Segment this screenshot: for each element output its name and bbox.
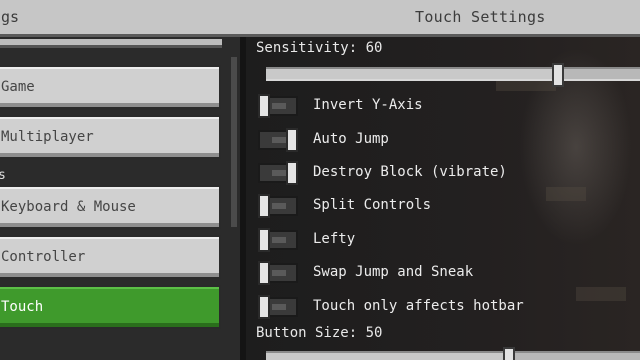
toggle-row-auto-jump[interactable]: Auto Jump bbox=[258, 128, 638, 152]
lefty-toggle[interactable] bbox=[258, 228, 298, 252]
toggle-knob bbox=[286, 128, 298, 152]
toggle-track bbox=[272, 137, 286, 143]
auto-jump-toggle[interactable] bbox=[258, 128, 298, 152]
toggle-knob bbox=[258, 94, 270, 118]
button-size-slider-fill bbox=[266, 353, 509, 360]
sidebar-item-label: Game bbox=[1, 79, 35, 95]
toggle-track bbox=[272, 170, 286, 176]
destroy-block-toggle[interactable] bbox=[258, 161, 298, 185]
toggle-row-touch-hotbar[interactable]: Touch only affects hotbar bbox=[258, 295, 638, 319]
toggle-track bbox=[272, 103, 286, 109]
toggle-label: Split Controls bbox=[313, 197, 432, 213]
sidebar-item-touch[interactable]: Touch bbox=[0, 285, 221, 329]
sidebar-item-label: Multiplayer bbox=[1, 129, 94, 145]
toggle-knob bbox=[258, 295, 270, 319]
toggle-row-destroy-block[interactable]: Destroy Block (vibrate) bbox=[258, 161, 638, 185]
toggle-track bbox=[272, 203, 286, 209]
sidebar-item-game[interactable]: Game bbox=[0, 65, 221, 109]
sidebar-item-label: Touch bbox=[1, 299, 44, 315]
toggle-label: Lefty bbox=[313, 231, 356, 247]
touch-settings-panel: Sensitivity: 60 Invert Y-Axis Auto Jump … bbox=[246, 37, 640, 360]
page-title: Touch Settings bbox=[415, 8, 546, 26]
toggle-knob bbox=[258, 228, 270, 252]
sensitivity-slider[interactable] bbox=[266, 63, 640, 87]
title-bar: ngs Touch Settings bbox=[0, 0, 640, 37]
toggle-track bbox=[272, 270, 286, 276]
sidebar-item-label: Keyboard & Mouse bbox=[1, 199, 136, 215]
sidebar-scrollbar[interactable] bbox=[231, 57, 237, 227]
sensitivity-label: Sensitivity: 60 bbox=[256, 40, 383, 56]
sidebar-item-controller[interactable]: Controller bbox=[0, 235, 221, 279]
settings-sidebar: Game Multiplayer s Keyboard & Mouse Cont… bbox=[0, 37, 240, 360]
left-panel-title: ngs bbox=[0, 8, 20, 26]
toggle-label: Touch only affects hotbar bbox=[313, 298, 524, 314]
toggle-row-invert-y-axis[interactable]: Invert Y-Axis bbox=[258, 94, 638, 118]
invert-y-axis-toggle[interactable] bbox=[258, 94, 298, 118]
sidebar-item-multiplayer[interactable]: Multiplayer bbox=[0, 115, 221, 159]
toggle-label: Invert Y-Axis bbox=[313, 97, 423, 113]
toggle-label: Auto Jump bbox=[313, 131, 389, 147]
toggle-label: Swap Jump and Sneak bbox=[313, 264, 474, 280]
toggle-row-lefty[interactable]: Lefty bbox=[258, 228, 638, 252]
touch-hotbar-toggle[interactable] bbox=[258, 295, 298, 319]
sidebar-item-label: Controller bbox=[1, 249, 86, 265]
toggle-track bbox=[272, 237, 286, 243]
toggle-label: Destroy Block (vibrate) bbox=[313, 164, 507, 180]
sidebar-item-keyboard-mouse[interactable]: Keyboard & Mouse bbox=[0, 185, 221, 229]
swap-jump-sneak-toggle[interactable] bbox=[258, 261, 298, 285]
toggle-track bbox=[272, 304, 286, 310]
sensitivity-slider-knob[interactable] bbox=[552, 63, 564, 87]
sidebar-top-button-edge[interactable] bbox=[0, 39, 222, 48]
button-size-label: Button Size: 50 bbox=[256, 325, 383, 341]
button-size-slider[interactable] bbox=[266, 347, 640, 360]
button-size-slider-knob[interactable] bbox=[503, 347, 515, 360]
toggle-row-swap-jump-sneak[interactable]: Swap Jump and Sneak bbox=[258, 261, 638, 285]
toggle-row-split-controls[interactable]: Split Controls bbox=[258, 194, 638, 218]
split-controls-toggle[interactable] bbox=[258, 194, 298, 218]
toggle-knob bbox=[258, 261, 270, 285]
sensitivity-slider-fill bbox=[266, 69, 558, 79]
toggle-knob bbox=[286, 161, 298, 185]
toggle-knob bbox=[258, 194, 270, 218]
sidebar-section-label: s bbox=[0, 168, 6, 183]
